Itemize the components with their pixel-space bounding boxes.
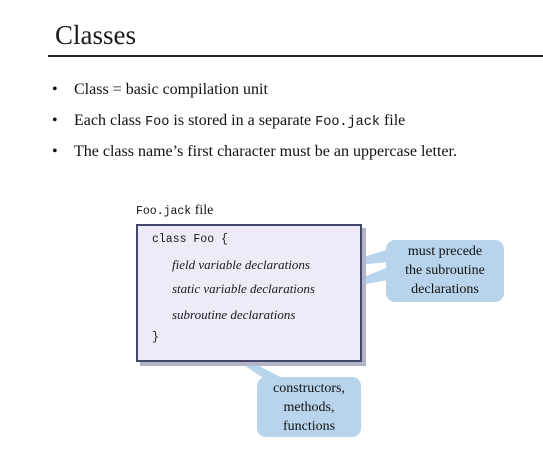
callout-subroutine-kinds: constructors, methods, functions	[257, 377, 361, 437]
callout-kind-line: methods,	[283, 400, 335, 415]
class-code-box: class Foo { field variable declarations …	[136, 224, 362, 362]
code-field-declarations: field variable declarations	[172, 257, 310, 272]
code-class-close: }	[152, 331, 159, 344]
callout-precede-line: must precede	[407, 244, 483, 259]
callout-kind-line: constructors,	[273, 381, 345, 396]
callout-precede-line: the subroutine	[405, 263, 485, 278]
callout-kind-line: functions	[282, 419, 336, 434]
code-class-open: class Foo {	[152, 233, 228, 246]
callout-precede-line: declarations	[411, 282, 479, 297]
code-static-declarations: static variable declarations	[172, 281, 315, 296]
callout-must-precede: must precede the subroutine declarations	[386, 240, 504, 302]
code-subroutine-declarations: subroutine declarations	[172, 307, 296, 322]
